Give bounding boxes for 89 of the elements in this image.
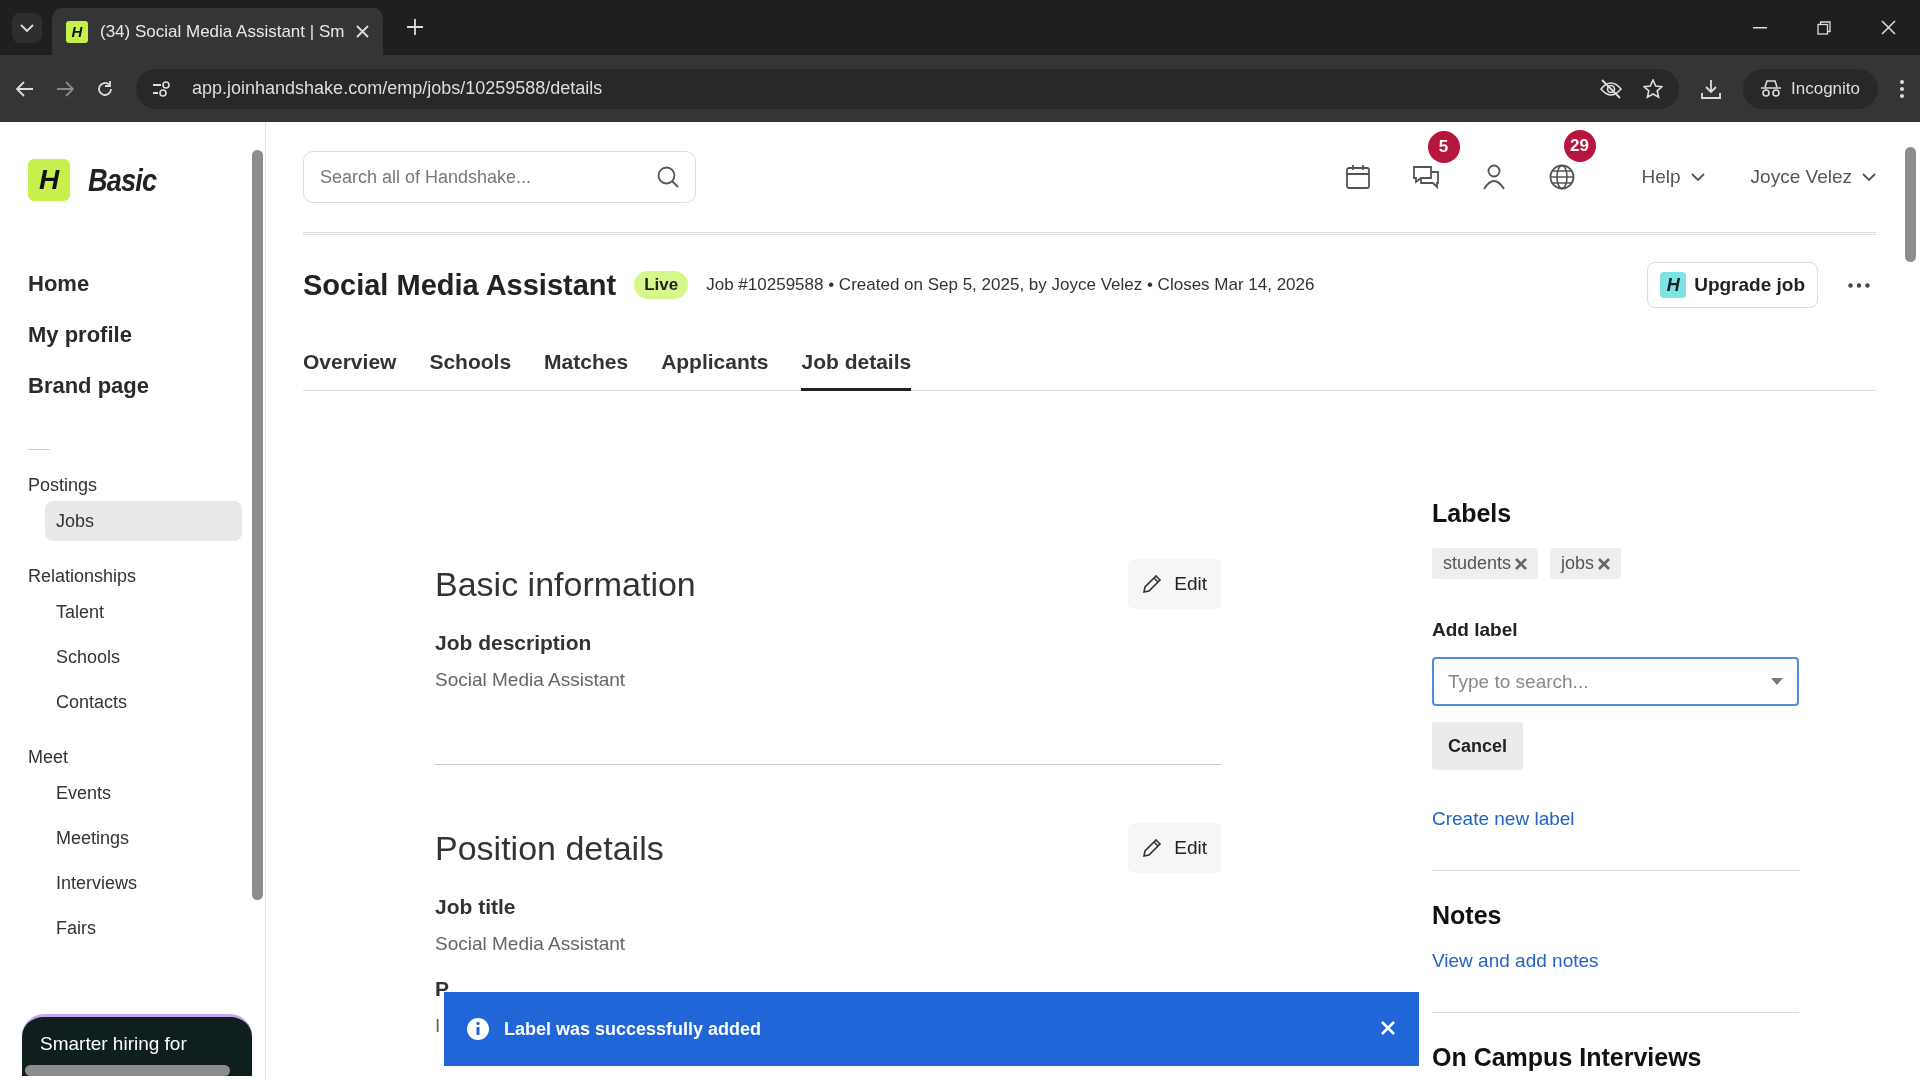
help-menu[interactable]: Help [1641,166,1705,188]
download-icon[interactable] [1701,78,1721,99]
field-label: Job title [435,895,516,919]
field-label: P [435,977,449,1001]
nav-item[interactable]: Interviews [45,863,242,903]
search-icon [657,166,679,188]
back-icon[interactable] [16,80,34,97]
incognito-indicator[interactable]: Incognito [1743,68,1878,109]
scrollbar[interactable] [1905,147,1916,262]
tab[interactable]: Applicants [661,350,769,391]
pencil-icon [1142,838,1163,858]
kebab-menu-icon[interactable] [1900,79,1904,98]
dropdown-icon [1771,678,1783,685]
restore-icon[interactable] [1817,20,1831,35]
calendar-icon[interactable] [1345,165,1370,189]
label-chip[interactable]: jobs [1550,548,1622,579]
notification-badge: 5 [1427,131,1460,163]
tab-title: (34) Social Media Assistant | Sm [100,21,345,42]
minimize-icon[interactable] [1753,26,1767,29]
field-label: Job description [435,631,592,655]
scrollbar[interactable] [25,1065,230,1076]
nav-link[interactable]: My profile [28,319,265,350]
scrollbar[interactable] [252,150,263,900]
nav-item[interactable]: Events [45,773,242,813]
section-heading: Position details [435,828,664,868]
label-chip[interactable]: students [1432,548,1539,579]
tab[interactable]: Overview [303,350,397,391]
nav-section-title: Meet [27,746,70,768]
user-menu[interactable]: Joyce Velez [1750,166,1876,188]
job-meta: Job #10259588 • Created on Sep 5, 2025, by Joyce Velez • Closes Mar 14, 2026 [706,275,1315,295]
panel-heading: Labels [1432,499,1513,528]
nav-item[interactable]: Meetings [45,818,242,858]
panel-heading: On Campus Interviews [1432,1043,1703,1072]
tab-list-button[interactable] [12,13,42,43]
person-icon[interactable] [1482,164,1505,190]
nav-section-title: Postings [27,474,99,496]
close-icon[interactable] [356,25,370,38]
tab[interactable]: Schools [429,350,512,391]
job-title: Social Media Assistant [303,268,617,302]
remove-icon[interactable] [1598,557,1611,570]
nav-item[interactable]: Fairs [45,908,242,948]
toast-message: Label was successfully added [504,1018,763,1040]
address-bar[interactable]: app.joinhandshake.com/emp/jobs/10259588/details [136,68,1679,109]
nav-link[interactable]: Home [28,268,265,299]
status-badge: Live [634,271,689,299]
reload-icon[interactable] [96,79,114,98]
nav-item[interactable]: Contacts [45,682,242,722]
field-value: Social Media Assistant [435,669,626,691]
chat-icon[interactable] [1412,165,1439,189]
close-icon[interactable] [1880,20,1896,35]
chevron-down-icon [20,23,34,33]
more-icon[interactable] [1848,282,1870,288]
star-icon[interactable] [1643,78,1663,99]
field-value: I [435,1015,441,1037]
notification-badge: 29 [1563,130,1596,162]
edit-button[interactable]: Edit [1128,823,1221,873]
info-icon [466,1017,490,1041]
search-field[interactable]: Search all of Handshake... [303,151,696,203]
new-tab-icon[interactable] [407,19,424,35]
nav-item[interactable]: Talent [45,592,242,632]
pencil-icon [1142,574,1163,594]
section-heading: Basic information [435,564,696,604]
notes-link[interactable]: View and add notes [1432,950,1599,972]
nav-link[interactable]: Brand page [28,370,265,401]
label-search-field[interactable]: Type to search... [1432,657,1799,706]
plan-name: Basic [88,161,157,199]
nav-section-title: Relationships [27,565,138,587]
browser-tab[interactable]: H (34) Social Media Assistant | Sm [52,8,384,55]
remove-icon[interactable] [1515,557,1528,570]
favicon: H [66,20,88,43]
logo-mark[interactable]: H [28,159,70,201]
cancel-button[interactable]: Cancel [1432,722,1524,770]
site-settings-icon[interactable] [152,79,172,98]
forward-icon[interactable] [56,80,74,97]
panel-heading: Notes [1432,901,1503,930]
tab[interactable]: Matches [544,350,629,391]
incognito-icon [1761,79,1781,98]
chevron-down-icon [1862,172,1876,182]
edit-button[interactable]: Edit [1128,559,1221,609]
eye-slash-icon[interactable] [1599,78,1623,99]
nav-item[interactable]: Schools [45,637,242,677]
upgrade-button[interactable]: H Upgrade job [1647,262,1818,308]
create-label-link[interactable]: Create new label [1432,808,1575,830]
chevron-down-icon [1690,172,1705,182]
tab[interactable]: Job details [801,350,912,391]
nav-item[interactable]: Jobs [45,501,242,541]
field-value: Social Media Assistant [435,933,626,955]
globe-icon[interactable] [1548,164,1575,190]
field-label: Add label [1432,619,1519,641]
